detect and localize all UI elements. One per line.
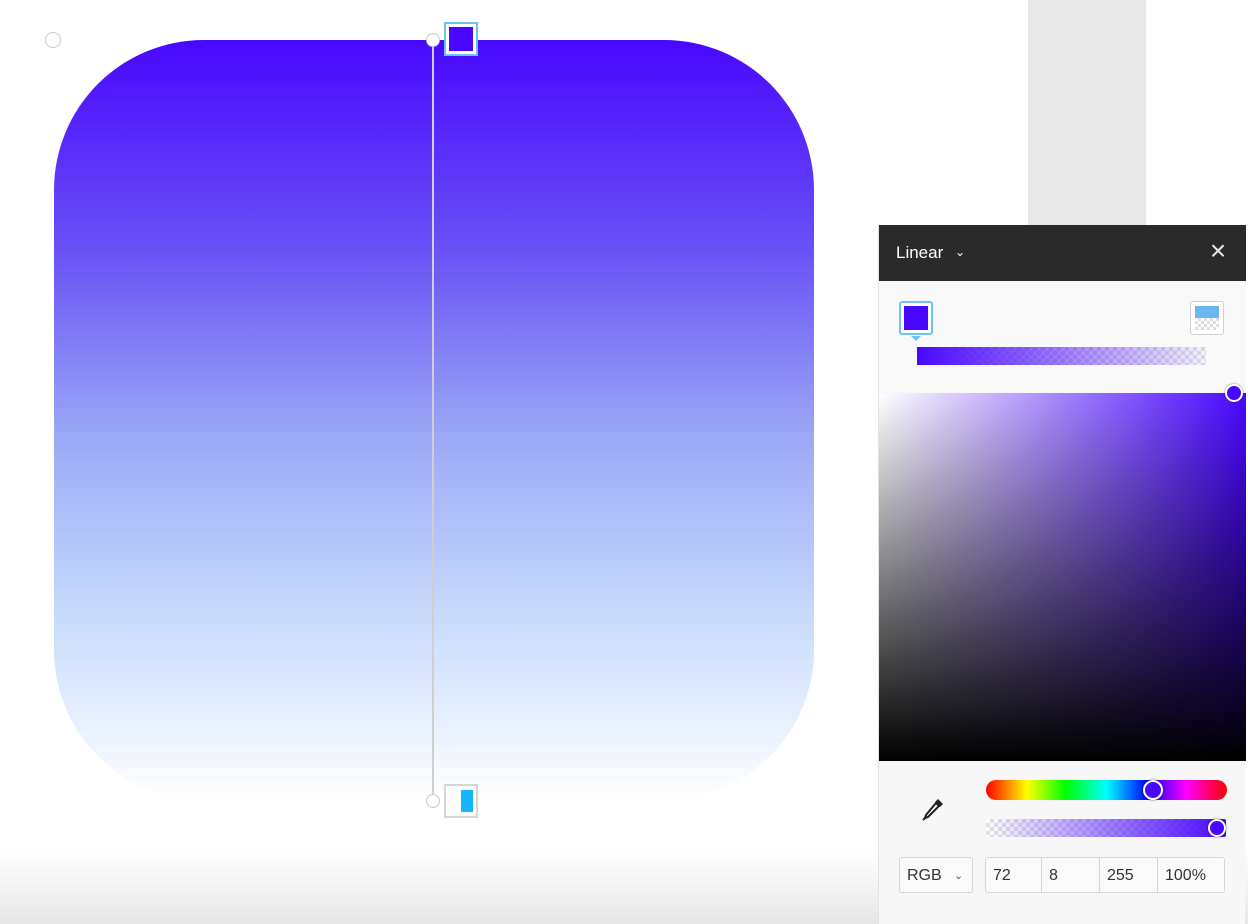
stop-color-swatch: [1195, 306, 1219, 330]
saturation-brightness-field[interactable]: [879, 393, 1246, 761]
opacity-value-input[interactable]: 100%: [1158, 858, 1224, 892]
color-mode-select[interactable]: RGB ⌄: [899, 857, 973, 893]
hue-slider-handle[interactable]: [1143, 780, 1163, 800]
panel-header: Linear ⌄ ×: [879, 225, 1246, 281]
eyedropper-icon[interactable]: [917, 793, 949, 825]
color-value-fields: 72 8 255 100%: [985, 857, 1225, 893]
gradient-stop-first[interactable]: [899, 301, 933, 335]
red-value-input[interactable]: 72: [986, 858, 1042, 892]
gradient-stops-editor: [879, 281, 1246, 391]
stop-pointer: [911, 336, 921, 341]
gradient-stop-last[interactable]: [1190, 301, 1224, 335]
color-field-handle[interactable]: [1225, 384, 1243, 402]
opacity-slider-handle[interactable]: [1208, 819, 1226, 837]
background-panel-strip: [1028, 0, 1146, 226]
blue-value-input[interactable]: 255: [1100, 858, 1158, 892]
green-value-input[interactable]: 8: [1042, 858, 1100, 892]
chevron-down-icon: ⌄: [954, 870, 964, 882]
chevron-down-icon[interactable]: ⌄: [955, 245, 965, 259]
gradient-line-end-point[interactable]: [426, 794, 440, 808]
opacity-slider[interactable]: [986, 819, 1226, 837]
gradient-end-stop-handle[interactable]: [444, 784, 478, 818]
gradient-direction-line[interactable]: [432, 40, 434, 801]
resize-handle[interactable]: [45, 32, 61, 48]
gradient-line-start-point[interactable]: [426, 33, 440, 47]
gradient-start-stop-handle[interactable]: [444, 22, 478, 56]
color-mode-label: RGB: [907, 867, 942, 884]
rounded-square-shape[interactable]: [54, 40, 814, 800]
fill-type-dropdown[interactable]: Linear: [896, 243, 943, 263]
end-stop-swatch: [461, 790, 473, 812]
color-picker-panel: Linear ⌄ × RGB ⌄ 72 8 255 100%: [878, 225, 1246, 924]
gradient-preview-bar[interactable]: [917, 347, 1206, 365]
hue-slider[interactable]: [986, 780, 1227, 800]
stop-color-swatch: [904, 306, 928, 330]
start-stop-swatch: [449, 27, 473, 51]
close-icon[interactable]: ×: [1205, 237, 1231, 266]
